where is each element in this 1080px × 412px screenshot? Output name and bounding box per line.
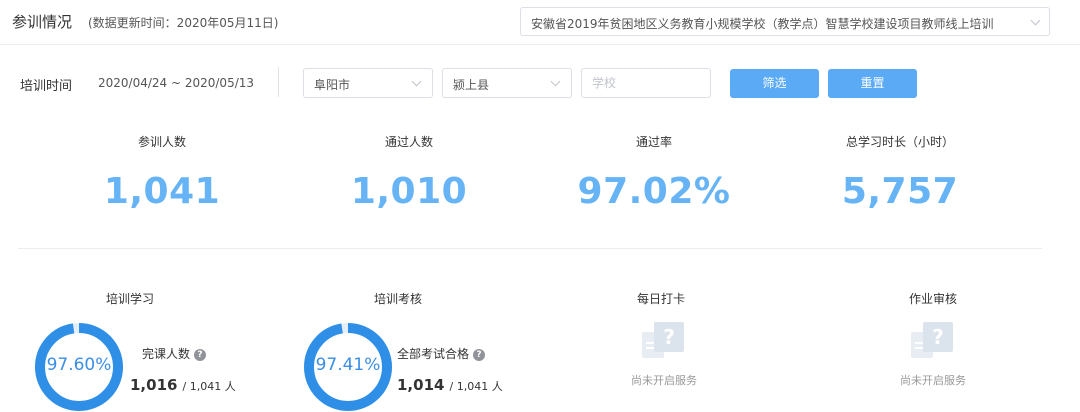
exam-metric-label: 全部考试合格 [397,347,470,361]
card-title-homework: 作业审核 [908,292,957,306]
exam-total: / 1,041 人 [449,380,503,393]
city-select[interactable]: 阜阳市 [303,68,433,98]
reset-button[interactable]: 重置 [828,69,917,98]
project-select-value: 安徽省2019年贫困地区义务教育小规模学校（教学点）智慧学校建设项目教师线上培训 [531,17,994,31]
exam-count-row: 1,014 / 1,041 人 [397,375,503,394]
unknown-service-icon: ? [911,322,953,358]
exam-metric: 全部考试合格? 1,014 / 1,041 人 [397,345,503,394]
school-input[interactable] [581,68,711,98]
chevron-down-icon [1030,15,1041,26]
study-progress-ring: 97.60% [34,322,124,412]
stat-label: 通过率 [635,135,672,149]
stat-value: 5,757 [841,171,959,212]
study-metric-label-row: 完课人数? [142,345,236,362]
training-time-label: 培训时间 [20,79,73,94]
homework-status: 尚未开启服务 [900,374,966,387]
study-total: / 1,041 人 [182,380,236,393]
svg-text:?: ? [663,325,675,349]
update-time: (数据更新时间：2020年05月11日) [88,16,279,30]
study-metric: 完课人数? 1,016 / 1,041 人 [130,345,236,394]
stat-pass-rate: 通过率 97.02% [534,133,774,212]
stat-label: 通过人数 [384,135,433,149]
filter-button[interactable]: 筛选 [730,69,819,98]
filter-bar: 培训时间 2020/04/24 ~ 2020/05/13 阜阳市 颍上县 筛选 … [0,67,1080,99]
card-title-checkin: 每日打卡 [636,292,685,306]
chevron-down-icon [411,76,422,87]
training-date-range: 2020/04/24 ~ 2020/05/13 [98,76,255,90]
help-circle-icon[interactable]: ? [194,349,207,361]
page-header: 参训情况 (数据更新时间：2020年05月11日) 安徽省2019年贫困地区义务… [0,0,1080,44]
exam-percent: 97.41% [315,355,381,375]
stat-study-hours: 总学习时长（小时） 5,757 [780,133,1020,212]
help-circle-icon[interactable]: ? [473,349,486,361]
project-select[interactable]: 安徽省2019年贫困地区义务教育小规模学校（教学点）智慧学校建设项目教师线上培训 [520,7,1050,36]
stat-value: 1,010 [350,171,468,212]
stat-label: 总学习时长（小时） [845,135,954,149]
stat-passed: 通过人数 1,010 [289,133,529,212]
county-select-value: 颍上县 [453,78,490,92]
stat-value: 1,041 [103,171,221,212]
chevron-down-icon [550,76,561,87]
page-title: 参训情况 [12,13,73,31]
city-select-value: 阜阳市 [314,78,351,92]
filter-separator [278,67,279,97]
header-divider [0,44,1080,45]
study-count: 1,016 [130,376,178,394]
stat-value: 97.02% [577,171,731,212]
stat-participants: 参训人数 1,041 [42,133,282,212]
exam-metric-label-row: 全部考试合格? [397,345,503,362]
section-divider [18,248,1042,249]
county-select[interactable]: 颍上县 [442,68,572,98]
svg-text:?: ? [932,325,944,349]
unknown-service-icon: ? [642,322,684,358]
checkin-status: 尚未开启服务 [631,374,697,387]
stat-label: 参训人数 [137,135,186,149]
exam-progress-ring: 97.41% [303,322,393,412]
card-title-exam: 培训考核 [373,292,422,306]
card-title-study: 培训学习 [105,292,154,306]
study-metric-label: 完课人数 [142,347,191,361]
study-count-row: 1,016 / 1,041 人 [130,375,236,394]
exam-count: 1,014 [397,376,445,394]
study-percent: 97.60% [46,355,112,375]
